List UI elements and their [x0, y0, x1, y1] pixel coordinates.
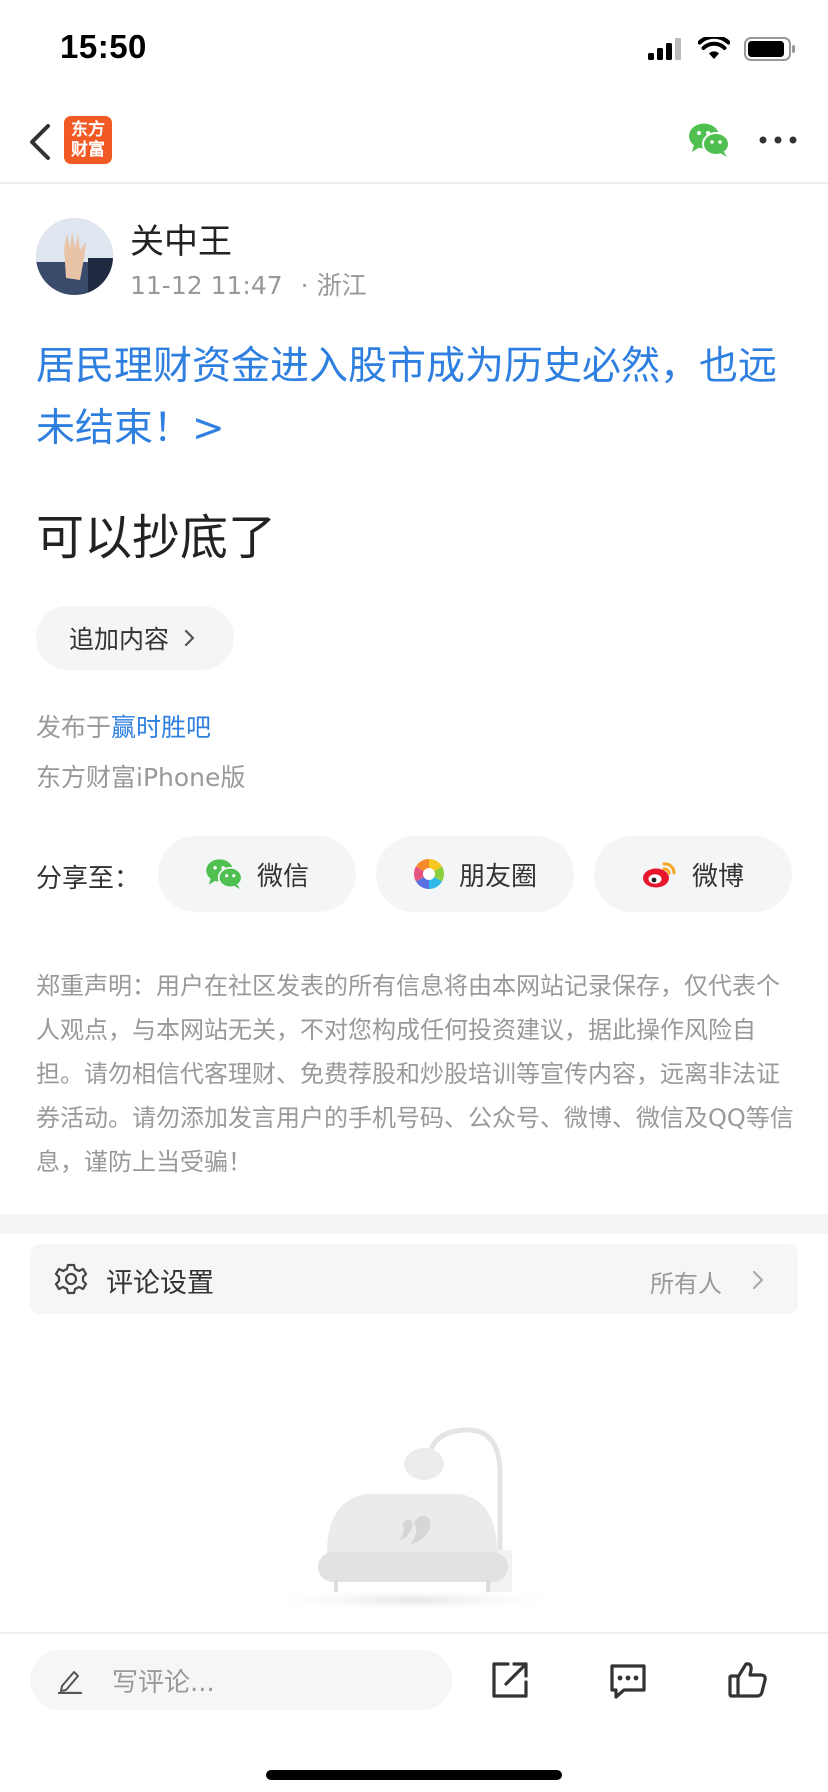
comment-icon[interactable] — [606, 1658, 650, 1702]
app-logo-line2: 财富 — [71, 140, 105, 160]
share-wechat-button[interactable]: 微信 — [158, 836, 356, 912]
post-body: 可以抄底了 — [36, 510, 277, 566]
like-icon[interactable] — [726, 1658, 770, 1702]
bar-link[interactable]: 赢时胜吧 — [111, 713, 211, 742]
wechat-icon — [206, 859, 243, 890]
back-arrow-icon[interactable] — [22, 120, 62, 164]
linked-article-title[interactable]: 居民理财资金进入股市成为历史必然，也远未结束！> — [36, 336, 796, 460]
section-divider — [0, 1214, 828, 1234]
chevron-right-icon — [184, 629, 195, 647]
comment-settings-label: 评论设置 — [106, 1268, 214, 1299]
pen-icon — [57, 1671, 83, 1694]
share-out-icon[interactable] — [488, 1658, 532, 1702]
status-time: 15:50 — [60, 28, 147, 65]
battery-icon — [744, 37, 795, 61]
device-info: 东方财富iPhone版 — [36, 763, 246, 792]
nav-bar: 东方 财富 — [0, 104, 828, 184]
share-weibo-label: 微博 — [691, 861, 744, 892]
published-in: 发布于赢时胜吧 — [36, 708, 211, 744]
post-meta: 11-12 11:47 · 浙江 — [130, 266, 367, 302]
share-moments-label: 朋友圈 — [458, 861, 537, 892]
published-prefix: 发布于 — [36, 713, 112, 742]
wifi-icon — [698, 37, 730, 59]
app-logo-line1: 东方 — [71, 120, 105, 140]
share-weibo-button[interactable]: 微博 — [594, 836, 792, 912]
chevron-right-icon — [752, 1270, 764, 1290]
avatar-image — [36, 218, 113, 295]
append-content-button[interactable]: 追加内容 — [36, 606, 234, 670]
empty-comments-illustration — [254, 1427, 574, 1612]
gear-icon — [54, 1263, 88, 1295]
avatar[interactable] — [36, 218, 113, 295]
bottom-bar: 写评论... — [0, 1632, 828, 1792]
post-time: 11-12 11:47 — [130, 271, 283, 300]
app-logo[interactable]: 东方 财富 — [64, 116, 112, 164]
disclaimer-text: 郑重声明：用户在社区发表的所有信息将由本网站记录保存，仅代表个人观点，与本网站无… — [36, 972, 794, 1176]
comment-input[interactable]: 写评论... — [30, 1650, 452, 1710]
signal-icon — [648, 38, 681, 60]
comment-placeholder: 写评论... — [112, 1667, 215, 1698]
meta-dot: · — [300, 271, 309, 300]
more-icon[interactable] — [758, 134, 798, 146]
share-label: 分享至： — [36, 864, 141, 894]
weibo-icon — [642, 862, 676, 888]
author-name[interactable]: 关中王 — [130, 214, 232, 263]
comment-settings-value: 所有人 — [650, 1270, 722, 1298]
status-icons — [648, 34, 796, 64]
status-bar: 15:50 — [0, 0, 828, 96]
post-location: 浙江 — [316, 271, 367, 300]
append-content-label: 追加内容 — [69, 625, 170, 654]
home-indicator — [266, 1770, 562, 1780]
wechat-icon[interactable] — [688, 122, 730, 158]
share-moments-button[interactable]: 朋友圈 — [376, 836, 574, 912]
moments-icon — [413, 859, 444, 889]
share-wechat-label: 微信 — [256, 861, 309, 892]
comment-settings-row[interactable]: 评论设置 所有人 — [30, 1244, 798, 1314]
